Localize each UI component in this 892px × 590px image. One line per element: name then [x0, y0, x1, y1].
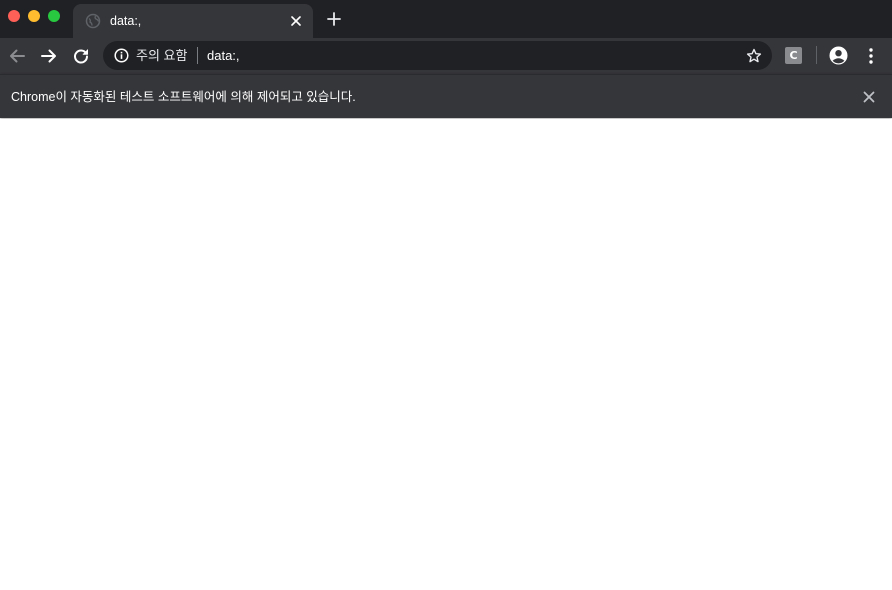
window-minimize-button[interactable] [28, 10, 40, 22]
arrow-right-icon [41, 49, 56, 63]
forward-button[interactable] [37, 44, 61, 68]
new-tab-button[interactable] [325, 10, 343, 28]
toolbar-separator [816, 46, 817, 64]
browser-window: data:, 주의 요함 data:, C Chrome이 자동화된 테스트 소… [0, 0, 892, 590]
window-close-button[interactable] [8, 10, 20, 22]
address-bar[interactable]: 주의 요함 data:, [103, 41, 772, 70]
window-maximize-button[interactable] [48, 10, 60, 22]
toolbar: 주의 요함 data:, C [0, 38, 892, 74]
arrow-left-icon [10, 49, 25, 63]
back-button[interactable] [5, 44, 29, 68]
omnibox-divider [197, 47, 198, 64]
tab-title: data:, [110, 14, 142, 28]
tab-strip: data:, [0, 0, 892, 38]
automation-infobar: Chrome이 자동화된 테스트 소프트웨어에 의해 제어되고 있습니다. [0, 74, 892, 118]
close-icon[interactable] [861, 89, 877, 105]
reload-button[interactable] [69, 44, 93, 68]
infobar-message: Chrome이 자동화된 테스트 소프트웨어에 의해 제어되고 있습니다. [11, 90, 356, 104]
reload-icon [74, 49, 88, 64]
extension-button[interactable]: C [785, 47, 802, 64]
profile-avatar-icon[interactable] [829, 46, 848, 65]
url-text[interactable]: data:, [207, 48, 240, 63]
more-menu-icon[interactable] [864, 46, 878, 66]
globe-icon [85, 13, 101, 29]
page-content [0, 119, 892, 590]
info-icon[interactable] [113, 47, 129, 63]
star-icon[interactable] [745, 47, 762, 64]
security-status-label[interactable]: 주의 요함 [136, 48, 187, 63]
tab-close-icon[interactable] [288, 13, 304, 29]
tab-active[interactable]: data:, [73, 4, 313, 38]
